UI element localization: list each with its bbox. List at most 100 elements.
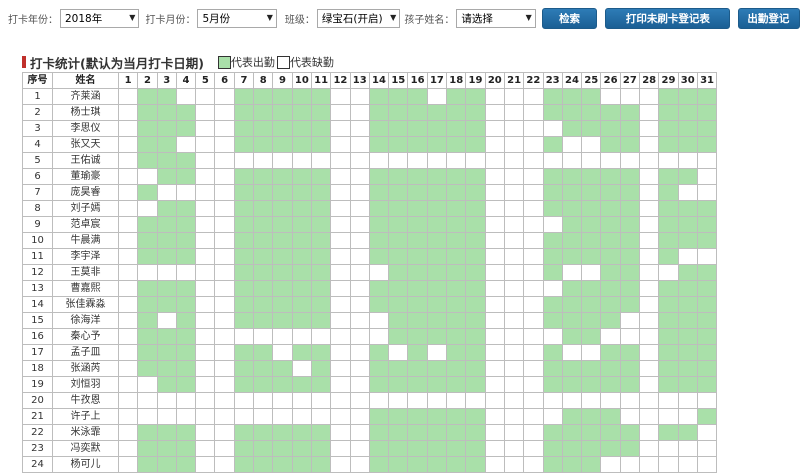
row-seq: 17 <box>22 344 53 361</box>
attendance-cell-present <box>407 248 428 265</box>
attendance-cell-present <box>600 184 621 201</box>
chevron-down-icon: ▼ <box>390 12 397 22</box>
attendance-cell-present <box>156 280 177 297</box>
print-unswiped-button[interactable]: 打印未刷卡登记表 <box>605 7 731 29</box>
row-name: 刘恒羽 <box>52 376 119 393</box>
header-day: 27 <box>619 72 641 89</box>
stats-title-row: 打卡统计(默认为当月打卡日期) 代表出勤 代表缺勤 <box>22 53 334 71</box>
attendance-cell-present <box>600 248 621 265</box>
attendance-cell-present <box>388 312 409 329</box>
attendance-cell-present <box>407 360 428 377</box>
attendance-cell-present <box>310 120 332 137</box>
attendance-cell-absent <box>639 200 660 217</box>
attendance-cell-present <box>696 376 718 393</box>
class-select[interactable]: 绿宝石(开启) ▼ <box>316 8 401 28</box>
attendance-cell-present <box>272 200 293 217</box>
month-select[interactable]: 5月份 ▼ <box>197 8 277 28</box>
attendance-cell-present <box>561 424 583 441</box>
year-select[interactable]: 2018年 ▼ <box>60 8 140 28</box>
header-day: 20 <box>484 72 505 89</box>
table-row: 19 刘恒羽 <box>22 376 718 393</box>
attendance-cell-absent <box>117 360 139 377</box>
attendance-cell-absent <box>330 360 351 377</box>
attendance-cell-present <box>368 376 390 393</box>
attendance-cell-absent <box>175 184 197 201</box>
attendance-cell-absent <box>639 88 660 105</box>
attendance-cell-present <box>561 88 583 105</box>
month-label: 打卡月份： <box>145 14 196 26</box>
row-name: 孟子皿 <box>52 344 119 361</box>
row-seq: 9 <box>22 216 53 233</box>
attendance-cell-present <box>272 440 293 457</box>
attendance-cell-absent <box>117 456 139 473</box>
attendance-cell-present <box>677 88 698 105</box>
header-day: 31 <box>696 72 718 89</box>
table-row: 10 牛晨满 <box>22 232 718 249</box>
attendance-cell-present <box>581 184 602 201</box>
attendance-cell-absent <box>600 152 621 169</box>
attendance-cell-present <box>446 456 467 473</box>
attendance-cell-present <box>291 312 312 329</box>
attendance-cell-absent <box>330 248 351 265</box>
attendance-cell-present <box>658 248 679 265</box>
attendance-cell-present <box>156 120 177 137</box>
attendance-cell-absent <box>272 328 293 345</box>
attendance-cell-absent <box>639 376 660 393</box>
attendance-cell-absent <box>291 392 312 409</box>
row-seq: 4 <box>22 136 53 153</box>
attendance-cell-absent <box>117 392 139 409</box>
attendance-cell-absent <box>484 216 505 233</box>
attendance-cell-absent <box>542 328 563 345</box>
attendance-cell-present <box>658 184 679 201</box>
row-seq: 19 <box>22 376 53 393</box>
attendance-cell-present <box>446 376 467 393</box>
attendance-cell-present <box>310 136 332 153</box>
attendance-cell-present <box>368 216 390 233</box>
attendance-cell-absent <box>677 184 698 201</box>
attendance-cell-absent <box>195 216 216 233</box>
attendance-cell-present <box>291 280 312 297</box>
attendance-cell-absent <box>214 136 235 153</box>
attendance-cell-present <box>137 232 158 249</box>
attendance-cell-present <box>137 456 158 473</box>
attendance-cell-absent <box>639 264 660 281</box>
attendance-cell-present <box>388 104 409 121</box>
attendance-cell-present <box>388 120 409 137</box>
attendance-cell-absent <box>310 152 332 169</box>
attendance-cell-present <box>368 456 390 473</box>
attendance-cell-present <box>542 168 563 185</box>
attendance-cell-present <box>368 440 390 457</box>
export-attendance-button[interactable]: 出勤登记 <box>738 7 800 29</box>
attendance-cell-present <box>233 312 255 329</box>
attendance-cell-absent <box>426 152 448 169</box>
attendance-cell-absent <box>195 408 216 425</box>
attendance-cell-present <box>388 168 409 185</box>
attendance-cell-absent <box>503 168 525 185</box>
attendance-cell-absent <box>619 312 641 329</box>
header-day: 8 <box>253 72 274 89</box>
chevron-down-icon: ▼ <box>266 12 273 22</box>
attendance-cell-present <box>658 376 679 393</box>
attendance-cell-present <box>465 248 486 265</box>
attendance-cell-present <box>696 280 718 297</box>
attendance-cell-absent <box>253 392 274 409</box>
attendance-cell-absent <box>330 136 351 153</box>
attendance-cell-present <box>426 168 448 185</box>
row-name: 刘子嫣 <box>52 200 119 217</box>
attendance-cell-absent <box>523 296 544 313</box>
search-button[interactable]: 检索 <box>541 7 598 29</box>
attendance-cell-absent <box>117 152 139 169</box>
attendance-cell-present <box>465 120 486 137</box>
attendance-cell-present <box>368 104 390 121</box>
attendance-cell-absent <box>523 440 544 457</box>
attendance-cell-present <box>561 184 583 201</box>
attendance-cell-absent <box>503 280 525 297</box>
attendance-cell-present <box>426 120 448 137</box>
attendance-cell-absent <box>214 328 235 345</box>
row-name: 秦心予 <box>52 328 119 345</box>
child-select[interactable]: 请选择 ▼ <box>456 8 536 28</box>
attendance-cell-present <box>233 264 255 281</box>
attendance-cell-absent <box>117 104 139 121</box>
attendance-cell-absent <box>253 408 274 425</box>
attendance-cell-absent <box>330 424 351 441</box>
